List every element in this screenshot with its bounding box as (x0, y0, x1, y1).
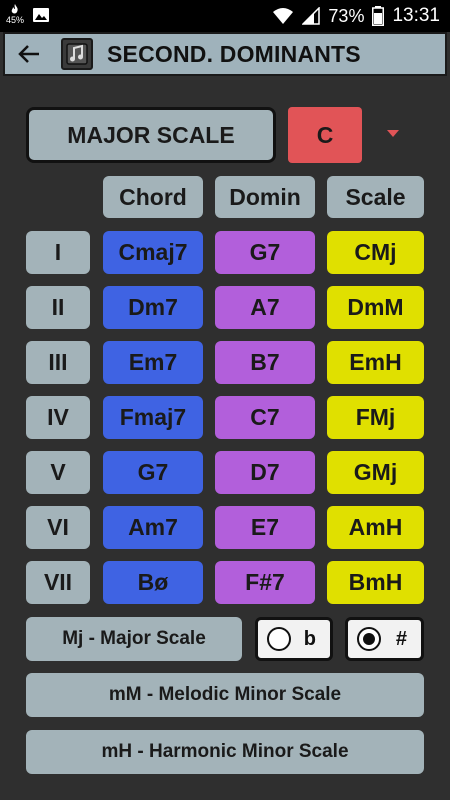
chord-cell[interactable]: Fmaj7 (103, 396, 203, 439)
radio-unchecked-icon (267, 627, 291, 651)
chord-cell[interactable]: Dm7 (103, 286, 203, 329)
status-left: 45% (6, 4, 50, 25)
scale-cell[interactable]: GMj (327, 451, 424, 494)
chord-cell[interactable]: G7 (103, 451, 203, 494)
dominant-cell[interactable]: B7 (215, 341, 315, 384)
battery-small-text: 45% (6, 15, 25, 25)
signal-icon (302, 7, 321, 25)
header-dominant: Domin (215, 176, 315, 218)
back-button[interactable] (5, 34, 53, 74)
header-scale: Scale (327, 176, 424, 218)
key-button[interactable]: C (288, 107, 362, 163)
page-title: SECOND. DOMINANTS (107, 40, 361, 67)
wifi-icon (273, 8, 294, 24)
chord-cell[interactable]: Am7 (103, 506, 203, 549)
chord-cell[interactable]: Bø (103, 561, 203, 604)
dominant-cell[interactable]: D7 (215, 451, 315, 494)
dominant-cell[interactable]: G7 (215, 231, 315, 274)
battery-icon (372, 6, 385, 26)
battery-saver-indicator: 45% (6, 4, 24, 25)
battery-percent: 73% (328, 5, 365, 26)
degree-cell[interactable]: IV (26, 396, 90, 439)
music-note-icon (66, 43, 88, 65)
flat-radio[interactable]: b (255, 617, 333, 661)
legend-melodic-minor: mM - Melodic Minor Scale (26, 673, 424, 717)
app-logo (61, 38, 93, 70)
degree-cell[interactable]: II (26, 286, 90, 329)
scale-cell[interactable]: FMj (327, 396, 424, 439)
dominant-cell[interactable]: F#7 (215, 561, 315, 604)
legend-harmonic-minor: mH - Harmonic Minor Scale (26, 730, 424, 774)
sharp-radio[interactable]: # (345, 617, 424, 661)
clock: 13:31 (392, 5, 440, 26)
scale-cell[interactable]: DmM (327, 286, 424, 329)
app-toolbar: SECOND. DOMINANTS (3, 32, 447, 76)
scale-cell[interactable]: CMj (327, 231, 424, 274)
chord-cell[interactable]: Em7 (103, 341, 203, 384)
degree-cell[interactable]: VI (26, 506, 90, 549)
dominant-cell[interactable]: E7 (215, 506, 315, 549)
degree-cell[interactable]: V (26, 451, 90, 494)
degree-cell[interactable]: I (26, 231, 90, 274)
status-right: 73% 13:31 (272, 5, 440, 27)
flat-label: b (303, 627, 316, 650)
dominant-cell[interactable]: A7 (215, 286, 315, 329)
scale-type-button[interactable]: MAJOR SCALE (26, 107, 276, 163)
sharp-label: # (395, 627, 407, 650)
chord-cell[interactable]: Cmaj7 (103, 231, 203, 274)
degree-cell[interactable]: VII (26, 561, 90, 604)
degree-cell[interactable]: III (26, 341, 90, 384)
scale-cell[interactable]: BmH (327, 561, 424, 604)
scale-cell[interactable]: EmH (327, 341, 424, 384)
fire-icon (11, 4, 18, 14)
arrow-left-icon (18, 45, 39, 63)
image-icon (33, 7, 49, 22)
dominant-cell[interactable]: C7 (215, 396, 315, 439)
legend-major-scale: Mj - Major Scale (26, 617, 242, 661)
key-dropdown-arrow-icon[interactable] (387, 130, 399, 137)
radio-checked-icon (357, 627, 381, 651)
scale-cell[interactable]: AmH (327, 506, 424, 549)
header-chord: Chord (103, 176, 203, 218)
status-bar: 45% 73% 13:31 (0, 0, 450, 32)
